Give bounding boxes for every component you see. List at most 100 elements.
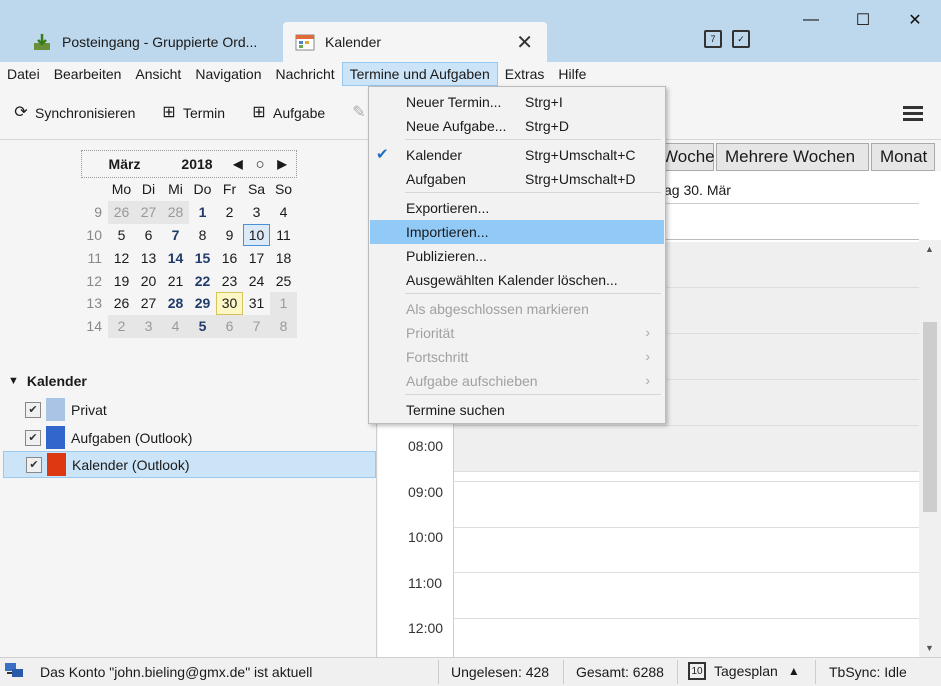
sync-button[interactable]: ⟳ Synchronisieren <box>12 104 135 122</box>
hour-slot[interactable]: 11:00 <box>378 573 919 619</box>
calendar-item-kalender[interactable]: ✔ Kalender (Outlook) <box>3 451 376 478</box>
week-number[interactable]: 13 <box>81 292 108 315</box>
maximize-icon[interactable]: ☐ <box>837 0 889 40</box>
day-cell[interactable]: 23 <box>216 269 243 292</box>
menu-item-publish[interactable]: Publizieren... <box>370 244 664 268</box>
day-cell[interactable]: 31 <box>243 292 270 315</box>
day-cell[interactable]: 8 <box>189 224 216 247</box>
menu-item-search-events[interactable]: Termine suchen <box>370 398 664 422</box>
day-cell[interactable]: 2 <box>216 201 243 224</box>
scroll-up-icon[interactable]: ▲ <box>925 244 934 254</box>
menu-edit[interactable]: Bearbeiten <box>47 62 129 86</box>
new-task-button[interactable]: ⊞ Aufgabe <box>250 104 325 122</box>
day-cell[interactable]: 22 <box>189 269 216 292</box>
day-cell[interactable]: 10 <box>243 223 270 247</box>
week-number[interactable]: 11 <box>81 246 108 269</box>
menu-file[interactable]: Datei <box>0 62 47 86</box>
day-cell[interactable]: 18 <box>270 246 297 269</box>
next-month-icon[interactable]: ▶ <box>271 157 293 171</box>
hour-slot[interactable]: 10:00 <box>378 527 919 573</box>
calendar-item-privat[interactable]: ✔ Privat <box>3 396 376 423</box>
menu-item-priority[interactable]: Priorität › <box>370 321 664 345</box>
tab-month[interactable]: Monat <box>871 143 935 171</box>
today-icon[interactable]: ○ <box>249 156 271 173</box>
vertical-scrollbar[interactable]: ▲ ▼ <box>919 240 941 657</box>
day-cell[interactable]: 12 <box>108 246 135 269</box>
day-cell[interactable]: 27 <box>135 292 162 315</box>
new-event-button[interactable]: ⊞ Termin <box>160 104 225 122</box>
calendar-checkbox[interactable]: ✔ <box>25 429 41 446</box>
menu-tools[interactable]: Extras <box>498 62 552 86</box>
day-cell[interactable]: 25 <box>270 269 297 292</box>
day-cell[interactable]: 4 <box>270 201 297 224</box>
day-cell[interactable]: 17 <box>243 246 270 269</box>
menu-item-postpone-task[interactable]: Aufgabe aufschieben › <box>370 369 664 393</box>
day-cell[interactable]: 6 <box>135 224 162 247</box>
menu-item-progress[interactable]: Fortschritt › <box>370 345 664 369</box>
menu-item-tasks[interactable]: Aufgaben Strg+Umschalt+D <box>370 167 664 191</box>
day-cell[interactable]: 9 <box>216 224 243 247</box>
menu-item-mark-completed[interactable]: Als abgeschlossen markieren <box>370 297 664 321</box>
month-label[interactable]: März <box>82 156 167 172</box>
day-cell[interactable]: 14 <box>162 246 189 269</box>
day-cell[interactable]: 19 <box>108 269 135 292</box>
day-cell[interactable]: 20 <box>135 269 162 292</box>
scroll-down-icon[interactable]: ▼ <box>925 643 934 653</box>
menu-item-delete-calendar[interactable]: Ausgewählten Kalender löschen... <box>370 268 664 292</box>
menu-item-export[interactable]: Exportieren... <box>370 196 664 220</box>
day-cell[interactable]: 27 <box>135 200 162 224</box>
hamburger-menu-icon[interactable] <box>903 106 923 124</box>
week-number[interactable]: 9 <box>81 201 108 224</box>
tab-calendar[interactable]: Kalender ✕ <box>283 22 547 62</box>
menu-message[interactable]: Nachricht <box>268 62 341 86</box>
tab-inbox[interactable]: Posteingang - Gruppierte Ord... <box>20 22 280 62</box>
day-cell[interactable]: 5 <box>189 314 216 338</box>
network-icon[interactable] <box>4 662 24 683</box>
day-cell[interactable]: 7 <box>243 314 270 338</box>
day-cell[interactable]: 24 <box>243 269 270 292</box>
year-label[interactable]: 2018 <box>167 156 227 172</box>
day-cell[interactable]: 3 <box>243 201 270 224</box>
scroll-thumb[interactable] <box>923 322 937 512</box>
day-cell[interactable]: 3 <box>135 314 162 338</box>
week-number[interactable]: 14 <box>81 315 108 338</box>
menu-help[interactable]: Hilfe <box>551 62 593 86</box>
day-cell[interactable]: 26 <box>108 200 135 224</box>
menu-navigation[interactable]: Navigation <box>188 62 268 86</box>
day-cell[interactable]: 8 <box>270 314 297 338</box>
menu-item-import[interactable]: Importieren... <box>370 220 664 244</box>
day-cell[interactable]: 29 <box>189 292 216 315</box>
task-check-icon[interactable]: ✓ <box>732 30 750 48</box>
day-cell[interactable]: 1 <box>189 201 216 224</box>
day-cell[interactable]: 28 <box>162 200 189 224</box>
day-cell[interactable]: 2 <box>108 314 135 338</box>
day-cell[interactable]: 26 <box>108 292 135 315</box>
menu-item-calendar[interactable]: ✔ Kalender Strg+Umschalt+C <box>370 143 664 167</box>
tab-week[interactable]: Woche <box>658 143 715 171</box>
day-cell[interactable]: 4 <box>162 314 189 338</box>
day-cell[interactable]: 30 <box>216 291 243 315</box>
hour-slot[interactable]: 09:00 <box>378 482 919 528</box>
calendar-checkbox[interactable]: ✔ <box>25 401 41 418</box>
day-cell[interactable]: 15 <box>189 246 216 269</box>
hour-slot[interactable]: 08:00 <box>378 436 919 482</box>
week-number[interactable]: 12 <box>81 269 108 292</box>
day-cell[interactable]: 21 <box>162 269 189 292</box>
calendar-checkbox[interactable]: ✔ <box>26 456 42 473</box>
prev-month-icon[interactable]: ◀ <box>227 157 249 171</box>
calendar-item-aufgaben[interactable]: ✔ Aufgaben (Outlook) <box>3 424 376 451</box>
minimize-icon[interactable]: — <box>785 0 837 40</box>
day-cell[interactable]: 7 <box>162 224 189 247</box>
day-cell[interactable]: 16 <box>216 246 243 269</box>
day-cell[interactable]: 13 <box>135 246 162 269</box>
day-cell[interactable]: 1 <box>270 291 297 315</box>
close-tab-icon[interactable]: ✕ <box>516 30 533 55</box>
menu-item-new-event[interactable]: Neuer Termin... Strg+I <box>370 90 664 114</box>
day-cell[interactable]: 5 <box>108 224 135 247</box>
day-cell[interactable]: 28 <box>162 292 189 315</box>
menu-view[interactable]: Ansicht <box>128 62 188 86</box>
menu-events-tasks[interactable]: Termine und Aufgaben <box>341 62 498 86</box>
day-cell[interactable]: 11 <box>270 224 297 247</box>
calendar-list-header[interactable]: ▼ Kalender <box>8 373 87 389</box>
tab-multiweek[interactable]: Mehrere Wochen <box>716 143 869 171</box>
